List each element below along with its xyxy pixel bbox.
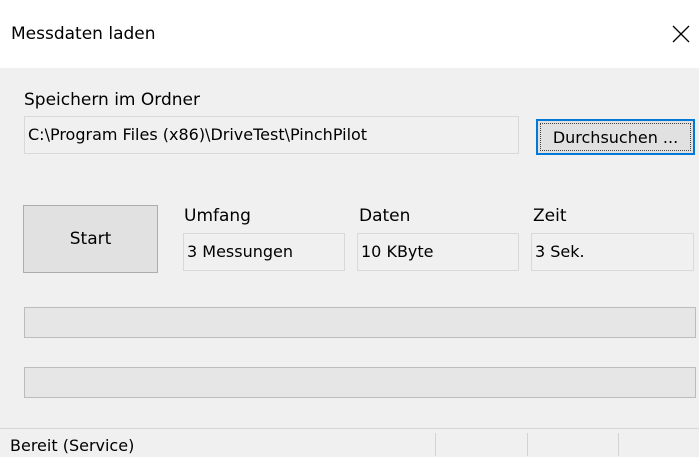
folder-label: Speichern im Ordner [24,90,200,110]
umfang-value: 3 Messungen [183,233,345,271]
folder-path-field[interactable]: C:\Program Files (x86)\DriveTest\PinchPi… [24,116,519,154]
daten-label: Daten [359,206,411,226]
progress-bar-1 [24,307,696,338]
zeit-value: 3 Sek. [531,233,694,271]
window-title: Messdaten laden [11,24,156,44]
browse-button[interactable]: Durchsuchen ... [536,119,695,155]
status-text: Bereit (Service) [10,436,135,455]
daten-value: 10 KByte [357,233,519,271]
umfang-label: Umfang [184,206,251,226]
start-button[interactable]: Start [23,205,158,273]
zeit-label: Zeit [533,206,567,226]
status-panel-divider [527,433,528,456]
close-button[interactable] [664,17,698,51]
title-bar: Messdaten laden [0,0,699,68]
close-icon [672,25,690,43]
status-panel-divider [618,433,619,456]
status-bar: Bereit (Service) [0,428,699,456]
progress-bar-2 [24,367,696,398]
status-panel-divider [435,433,436,456]
